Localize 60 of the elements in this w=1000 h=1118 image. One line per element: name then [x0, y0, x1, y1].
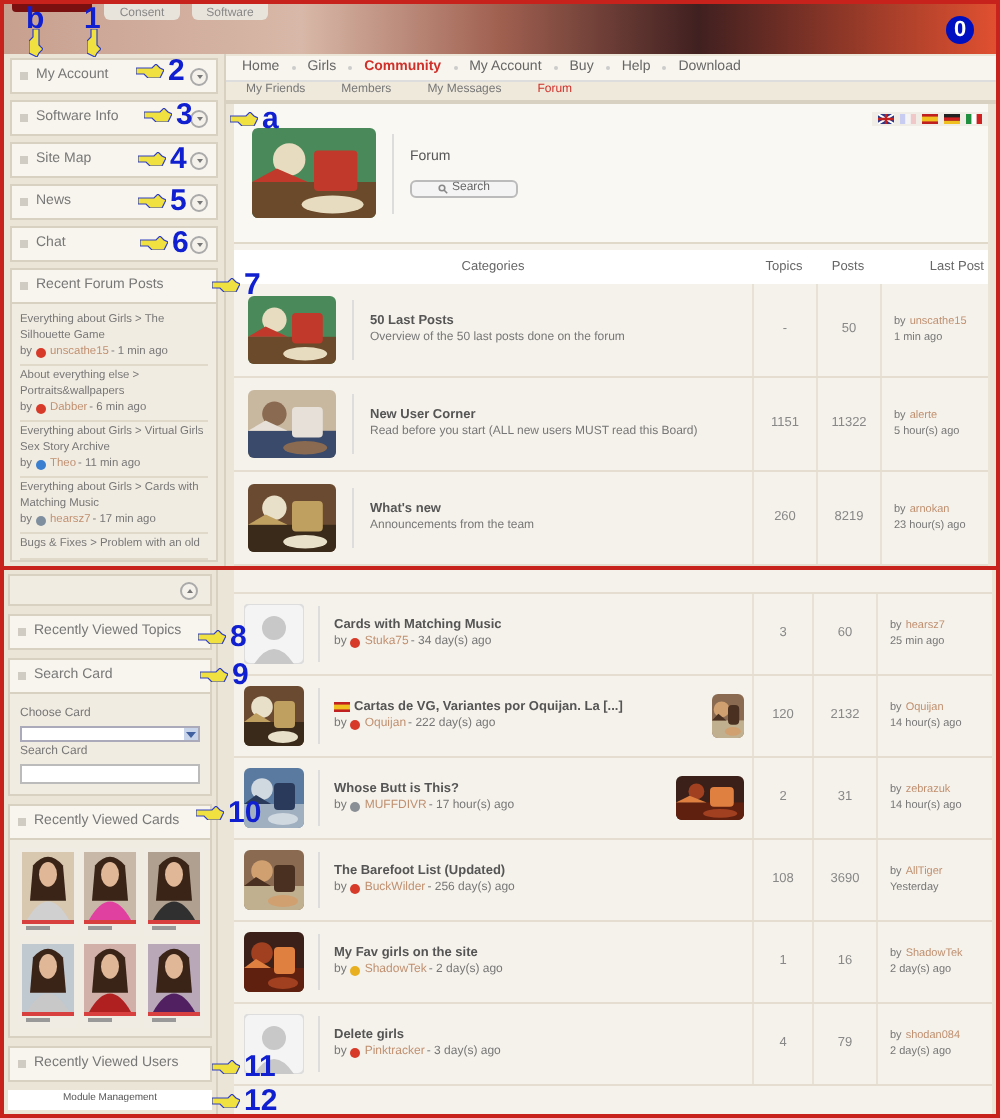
caret-down-icon: [193, 154, 205, 166]
annotation-label: 2: [168, 56, 185, 86]
hand-cursor-icon: [198, 630, 226, 644]
square-bullet-icon: [20, 198, 28, 206]
hand-cursor-icon: [144, 108, 172, 122]
square-bullet-icon: [20, 72, 28, 80]
search-icon: [437, 184, 448, 195]
search-card-field[interactable]: [20, 764, 200, 785]
hand-cursor-icon: [212, 278, 240, 292]
toggle-button[interactable]: [190, 109, 208, 127]
hand-cursor-icon: [140, 236, 168, 250]
hand-cursor-icon: [212, 1094, 240, 1108]
caret-down-icon: [193, 196, 205, 208]
annotation-label: 8: [230, 622, 247, 652]
toggle-button[interactable]: [190, 193, 208, 211]
annotation-label: 5: [170, 186, 187, 216]
italian-flag-icon: [966, 114, 982, 124]
annotation-label: 9: [232, 660, 249, 690]
hand-cursor-icon: [200, 668, 228, 682]
uk-flag-icon: [878, 114, 894, 124]
caret-down-icon: [186, 731, 196, 738]
square-bullet-icon: [20, 156, 28, 164]
hand-cursor-icon: [138, 152, 166, 166]
annotation-label: 7: [244, 270, 261, 300]
caret-down-icon: [193, 112, 205, 124]
hand-cursor-icon: [138, 194, 166, 208]
hand-cursor-icon: [136, 64, 164, 78]
square-bullet-icon: [18, 818, 26, 827]
french-flag-icon: [900, 114, 916, 124]
annotation-label: 3: [176, 100, 193, 130]
square-bullet-icon: [20, 282, 28, 290]
annotation-label: 1: [84, 4, 101, 34]
caret-down-icon: [193, 70, 205, 82]
toggle-button[interactable]: [190, 235, 208, 253]
spanish-flag-icon: [922, 114, 938, 124]
annotation-label: b: [26, 4, 45, 34]
toggle-button[interactable]: [190, 151, 208, 169]
annotation-label: 4: [170, 144, 187, 174]
caret-up-icon: [183, 584, 195, 597]
hand-cursor-icon: [87, 29, 101, 57]
avatar-icon: [244, 1014, 304, 1074]
avatar-icon: [244, 604, 304, 664]
hand-cursor-icon: [230, 112, 258, 126]
toggle-button[interactable]: [180, 581, 198, 600]
annotation-label: 12: [244, 1086, 278, 1116]
annotation-label: 6: [172, 228, 189, 258]
square-bullet-icon: [18, 672, 26, 681]
card-dropdown[interactable]: [20, 726, 200, 743]
hand-cursor-icon: [212, 1060, 240, 1074]
square-bullet-icon: [20, 114, 28, 122]
german-flag-icon: [944, 114, 960, 124]
annotation-label: 11: [244, 1052, 276, 1082]
annotation-label: a: [262, 104, 279, 134]
toggle-button[interactable]: [190, 67, 208, 85]
hand-cursor-icon: [196, 806, 224, 820]
square-bullet-icon: [18, 1060, 26, 1069]
square-bullet-icon: [20, 240, 28, 248]
square-bullet-icon: [18, 628, 26, 637]
hand-cursor-icon: [29, 29, 43, 57]
caret-down-icon: [193, 238, 205, 250]
